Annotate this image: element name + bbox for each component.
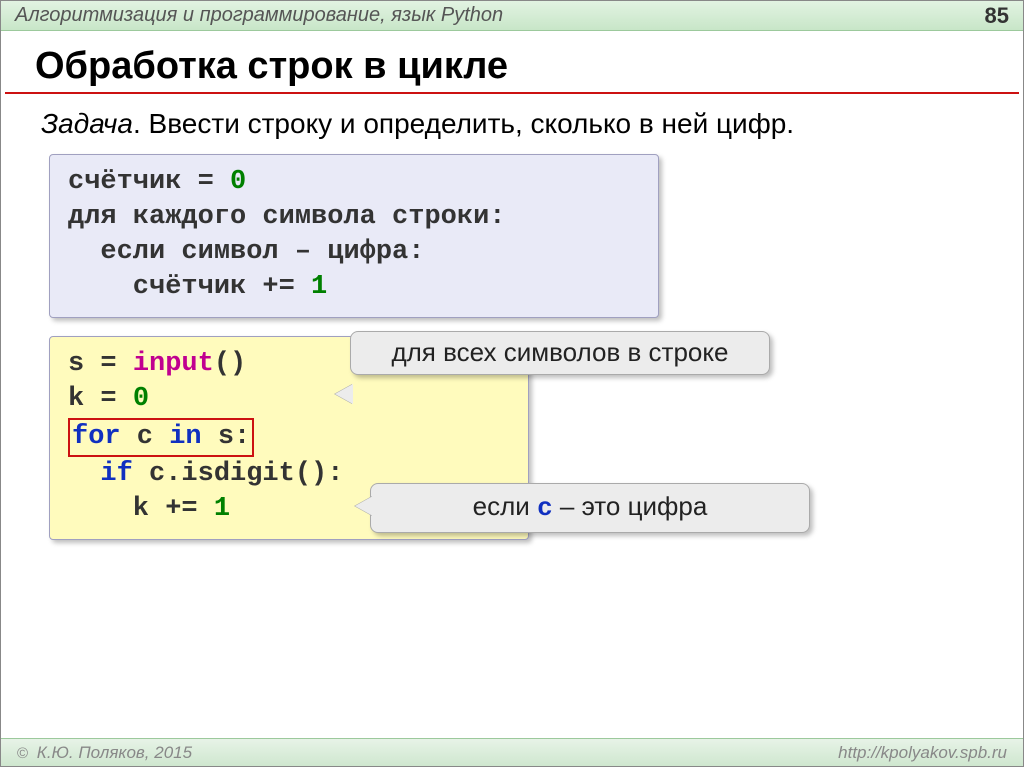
task-statement: Задача. Ввести строку и определить, скол… [1,104,1023,154]
keyword: if [100,459,132,489]
task-label: Задача [41,108,133,139]
page-number: 85 [985,3,1009,29]
callout-isdigit: если c – это цифра [370,483,810,533]
pseudo-line: если символ – цифра: [68,235,640,270]
pseudo-line: для каждого символа строки: [68,200,640,235]
text: счётчик += [68,272,311,302]
text: c.isdigit(): [133,459,344,489]
text: s = [68,349,133,379]
copyright-text: К.Ю. Поляков, 2015 [37,743,192,762]
footer: © К.Ю. Поляков, 2015 http://kpolyakov.sp… [1,738,1023,766]
breadcrumb: Алгоритмизация и программирование, язык … [15,4,503,27]
pseudocode-box: счётчик = 0 для каждого символа строки: … [49,154,659,318]
text: – это цифра [553,491,708,521]
literal: 0 [133,384,149,414]
literal: 1 [311,272,327,302]
text: если [473,491,537,521]
slide: Алгоритмизация и программирование, язык … [0,0,1024,767]
header: Алгоритмизация и программирование, язык … [1,1,1023,31]
literal: 1 [214,494,230,524]
keyword: in [169,422,201,452]
footer-url: http://kpolyakov.spb.ru [838,743,1007,763]
text: счётчик = [68,167,230,197]
copyright: © К.Ю. Поляков, 2015 [17,743,192,763]
page-title: Обработка строк в цикле [5,31,1019,94]
text: k += [68,494,214,524]
text: s: [202,422,251,452]
text: c [121,422,170,452]
copyright-icon: © [17,745,28,762]
task-text: . Ввести строку и определить, сколько в … [133,108,794,139]
func: input [133,349,214,379]
literal: 0 [230,167,246,197]
callout-for-loop: для всех символов в строке [350,331,770,375]
pseudo-line: счётчик += 1 [68,270,640,305]
for-highlight: for c in s: [68,418,254,457]
indent [68,459,100,489]
pseudo-line: счётчик = 0 [68,165,640,200]
code-line: for c in s: [68,418,510,457]
text: () [214,349,246,379]
text: k = [68,384,133,414]
code-var: c [537,493,553,523]
keyword: for [72,422,121,452]
code-line: k = 0 [68,382,510,417]
python-code-box: s = input() k = 0 for c in s: if c.isdig… [49,336,529,539]
